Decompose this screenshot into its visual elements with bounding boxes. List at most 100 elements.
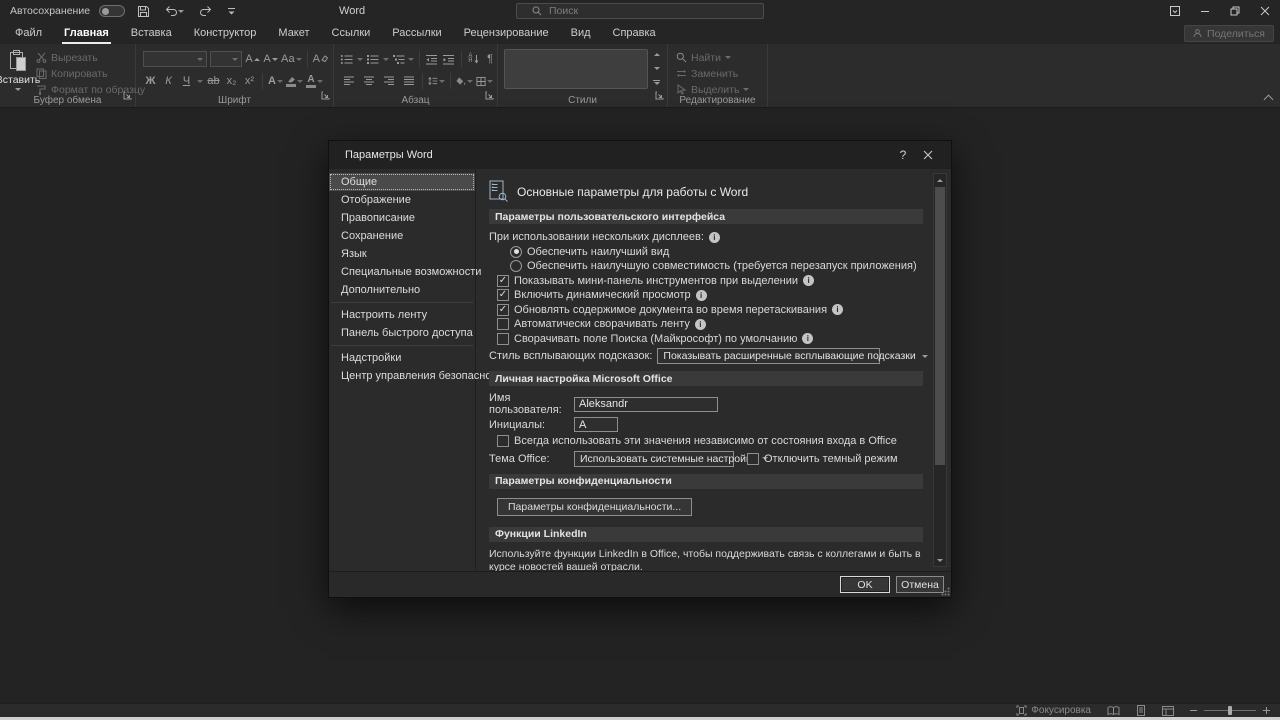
scroll-up-button[interactable]	[934, 174, 946, 186]
underline-dropdown-caret[interactable]	[197, 79, 203, 83]
sidebar-item-addins[interactable]: Надстройки	[329, 349, 475, 367]
font-size-select[interactable]	[210, 51, 242, 67]
ok-button[interactable]: OK	[840, 576, 890, 593]
checkbox-collapse-ribbon[interactable]	[497, 318, 509, 331]
checkbox-disable-dark-mode[interactable]	[747, 452, 759, 465]
justify-button[interactable]	[400, 73, 417, 90]
content-scrollbar[interactable]	[933, 173, 947, 567]
sidebar-item-quick-access[interactable]: Панель быстрого доступа	[329, 324, 475, 342]
cut-button[interactable]: Вырезать	[36, 50, 145, 65]
checkbox-collapse-search[interactable]	[497, 332, 509, 345]
save-button[interactable]	[134, 1, 153, 21]
ribbon-display-options-button[interactable]	[1160, 0, 1190, 22]
tab-help[interactable]: Справка	[602, 27, 667, 44]
checkbox-row-update-drag[interactable]: Обновлять содержимое документа во время …	[497, 303, 923, 318]
scroll-down-button[interactable]	[934, 554, 946, 566]
align-right-button[interactable]	[380, 73, 397, 90]
decrease-indent-button[interactable]	[425, 51, 439, 68]
initials-field[interactable]	[574, 417, 618, 432]
radio-best-appearance[interactable]	[510, 245, 522, 258]
zoom-out-icon[interactable]	[1190, 710, 1197, 711]
superscript-button[interactable]: x²	[242, 72, 257, 90]
tab-home[interactable]: Главная	[53, 27, 120, 44]
privacy-settings-button[interactable]: Параметры конфиденциальности...	[497, 497, 693, 516]
find-button[interactable]: Найти	[676, 50, 767, 65]
tab-file[interactable]: Файл	[4, 27, 53, 44]
paragraph-dialog-launcher[interactable]	[485, 87, 494, 105]
sidebar-item-trust-center[interactable]: Центр управления безопасностью	[329, 367, 516, 385]
styles-scroll-down-button[interactable]	[650, 62, 663, 75]
checkbox-row-always-use[interactable]: Всегда использовать эти значения независ…	[497, 434, 923, 449]
copy-button[interactable]: Копировать	[36, 66, 145, 81]
font-dialog-launcher[interactable]	[321, 87, 330, 105]
print-layout-button[interactable]	[1136, 705, 1146, 716]
clipboard-dialog-launcher[interactable]	[123, 87, 132, 105]
sidebar-item-customize-ribbon[interactable]: Настроить ленту	[329, 306, 475, 324]
checkbox-update-drag[interactable]	[497, 303, 509, 316]
align-center-button[interactable]	[360, 73, 377, 90]
sidebar-item-save[interactable]: Сохранение	[329, 227, 475, 245]
read-mode-button[interactable]	[1107, 705, 1120, 716]
italic-button[interactable]: К	[161, 72, 176, 90]
zoom-track[interactable]	[1204, 706, 1256, 715]
username-field[interactable]	[574, 396, 718, 412]
sidebar-item-advanced[interactable]: Дополнительно	[329, 281, 475, 299]
close-button[interactable]	[1250, 0, 1280, 22]
tab-view[interactable]: Вид	[560, 27, 602, 44]
align-left-button[interactable]	[340, 73, 357, 90]
checkbox-row-live-preview[interactable]: Включить динамический просмотр	[497, 288, 923, 303]
radio-row-best-appearance[interactable]: Обеспечить наилучший вид	[510, 245, 923, 260]
subscript-button[interactable]: x₂	[224, 72, 239, 90]
sidebar-item-language[interactable]: Язык	[329, 245, 475, 263]
tab-insert[interactable]: Вставка	[120, 27, 183, 44]
customize-quick-access-button[interactable]	[224, 1, 239, 21]
dialog-close-button[interactable]	[915, 150, 941, 160]
restore-button[interactable]	[1220, 0, 1250, 22]
styles-dialog-launcher[interactable]	[655, 87, 664, 105]
autosave-toggle[interactable]	[99, 5, 126, 17]
dialog-titlebar[interactable]: Параметры Word ?	[329, 141, 951, 169]
change-case-button[interactable]: Аа	[281, 50, 302, 68]
checkbox-mini-toolbar[interactable]	[497, 274, 509, 287]
scrollbar-thumb[interactable]	[935, 187, 945, 465]
focus-mode-button[interactable]: Фокусировка	[1016, 705, 1091, 716]
tab-review[interactable]: Рецензирование	[453, 27, 560, 44]
tab-mailings[interactable]: Рассылки	[381, 27, 452, 44]
increase-indent-button[interactable]	[442, 51, 456, 68]
tab-design[interactable]: Конструктор	[183, 27, 268, 44]
numbering-button[interactable]	[366, 51, 380, 68]
replace-button[interactable]: Заменить	[676, 66, 767, 81]
zoom-in-icon[interactable]	[1263, 707, 1270, 714]
strikethrough-button[interactable]: ab	[206, 72, 221, 90]
styles-scroll-up-button[interactable]	[650, 48, 663, 61]
checkbox-always-use[interactable]	[497, 435, 509, 448]
multilevel-list-button[interactable]	[392, 51, 406, 68]
checkbox-row-collapse-search[interactable]: Сворачивать поле Поиска (Майкрософт) по …	[497, 332, 923, 347]
bold-button[interactable]: Ж	[143, 72, 158, 90]
sort-button[interactable]: АЯ	[466, 51, 480, 68]
font-name-select[interactable]	[143, 51, 207, 67]
collapse-ribbon-button[interactable]	[1263, 94, 1274, 105]
minimize-button[interactable]	[1190, 0, 1220, 22]
text-effects-button[interactable]: А	[268, 72, 283, 90]
styles-gallery[interactable]	[504, 49, 648, 89]
sidebar-item-proofing[interactable]: Правописание	[329, 209, 475, 227]
checkbox-live-preview[interactable]	[497, 289, 509, 302]
office-theme-select[interactable]: Использовать системные настройки	[574, 450, 769, 467]
shrink-font-button[interactable]: А	[263, 50, 278, 68]
sidebar-item-accessibility[interactable]: Специальные возможности	[329, 263, 481, 281]
bullets-button[interactable]	[340, 51, 354, 68]
checkbox-row-mini-toolbar[interactable]: Показывать мини-панель инструментов при …	[497, 274, 923, 289]
zoom-slider[interactable]	[1190, 706, 1270, 715]
share-button[interactable]: Поделиться	[1184, 25, 1274, 42]
zoom-thumb[interactable]	[1228, 706, 1232, 715]
tab-layout[interactable]: Макет	[267, 27, 320, 44]
highlight-button[interactable]	[286, 72, 303, 90]
radio-compatibility[interactable]	[510, 260, 522, 273]
radio-row-compatibility[interactable]: Обеспечить наилучшую совместимость (треб…	[510, 259, 923, 274]
web-layout-button[interactable]	[1162, 705, 1174, 716]
line-spacing-button[interactable]	[428, 73, 445, 90]
undo-button[interactable]	[162, 1, 187, 21]
show-marks-button[interactable]: ¶	[483, 51, 497, 68]
tooltip-style-select[interactable]: Показывать расширенные всплывающие подск…	[657, 348, 928, 364]
